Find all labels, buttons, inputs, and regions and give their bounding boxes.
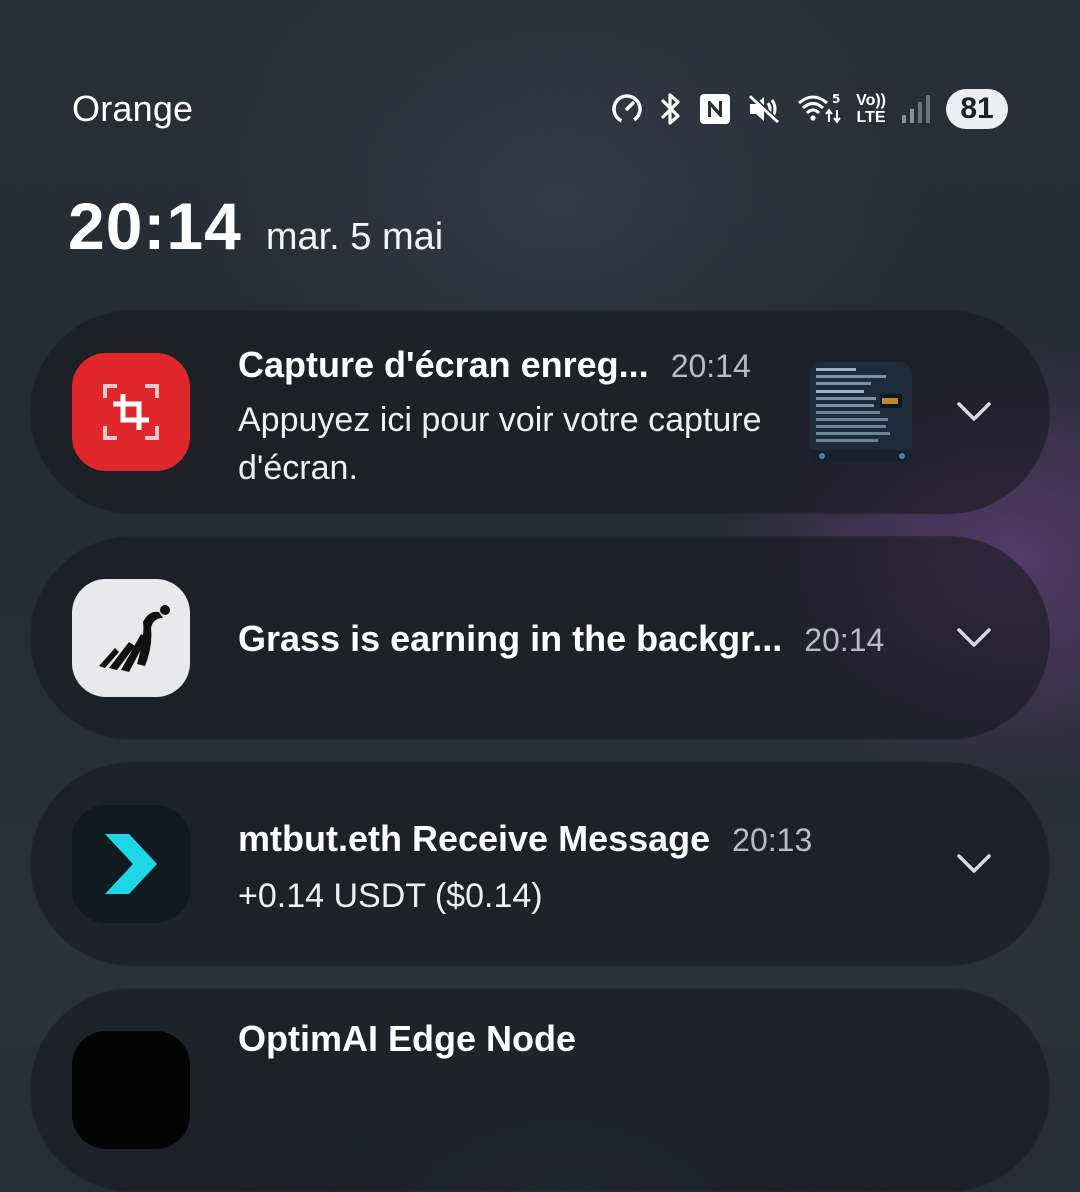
screenshot-icon	[72, 353, 190, 471]
notification-title: Grass is earning in the backgr... 20:14	[238, 618, 884, 660]
notification-title-text: mtbut.eth Receive Message	[238, 818, 711, 859]
notification-grass[interactable]: Grass is earning in the backgr... 20:14	[30, 536, 1050, 740]
status-bar: Orange 5 Vo)) LTE 81	[0, 78, 1080, 140]
chevron-down-icon[interactable]	[956, 626, 992, 650]
clock-row: 20:14 mar. 5 mai	[68, 188, 443, 268]
chevron-down-icon[interactable]	[956, 852, 992, 876]
carrier-name: Orange	[72, 88, 194, 129]
notification-time: 20:14	[804, 622, 885, 658]
volte-top-label: Vo))	[856, 92, 886, 109]
date: mar. 5 mai	[265, 216, 444, 258]
screenshot-thumbnail[interactable]	[810, 362, 912, 462]
battery-level: 81	[946, 89, 1008, 129]
wifi-icon: 5	[796, 86, 842, 132]
notification-optimai[interactable]: OptimAI Edge Node	[30, 988, 1050, 1192]
notification-time: 20:13	[732, 822, 813, 858]
chevron-down-icon[interactable]	[956, 400, 992, 424]
notification-title-text: Grass is earning in the backgr...	[238, 618, 783, 659]
optimai-logo-icon	[72, 1031, 190, 1149]
clock: 20:14	[68, 189, 242, 263]
status-icons: 5 Vo)) LTE 81	[610, 86, 1008, 132]
nfc-icon	[698, 86, 732, 132]
notification-title: Capture d'écran enreg... 20:14	[238, 344, 751, 386]
notification-title: OptimAI Edge Node	[238, 1018, 576, 1060]
notification-mtbut[interactable]: mtbut.eth Receive Message 20:13 +0.14 USD…	[30, 762, 1050, 966]
data-saver-icon	[610, 86, 644, 132]
notification-title-text: OptimAI Edge Node	[238, 1018, 577, 1059]
wifi-band-label: 5	[832, 92, 840, 106]
notification-title: mtbut.eth Receive Message 20:13	[238, 818, 812, 860]
notification-body: Appuyez ici pour voir votre capture d'éc…	[238, 401, 762, 487]
notification-title-text: Capture d'écran enreg...	[238, 344, 649, 385]
notification-body: +0.14 USDT ($0.14)	[238, 877, 543, 915]
volte-icon: Vo)) LTE	[856, 86, 886, 132]
notification-time: 20:14	[670, 348, 751, 384]
battery-indicator: 81	[946, 86, 1008, 132]
signal-icon	[900, 86, 932, 132]
chevron-logo-icon	[72, 805, 190, 923]
bluetooth-icon	[658, 86, 684, 132]
mute-icon	[746, 86, 782, 132]
grass-logo-icon	[72, 579, 190, 697]
notification-screenshot[interactable]: Capture d'écran enreg... 20:14 Appuyez ic…	[30, 310, 1050, 514]
volte-bottom-label: LTE	[856, 109, 886, 126]
